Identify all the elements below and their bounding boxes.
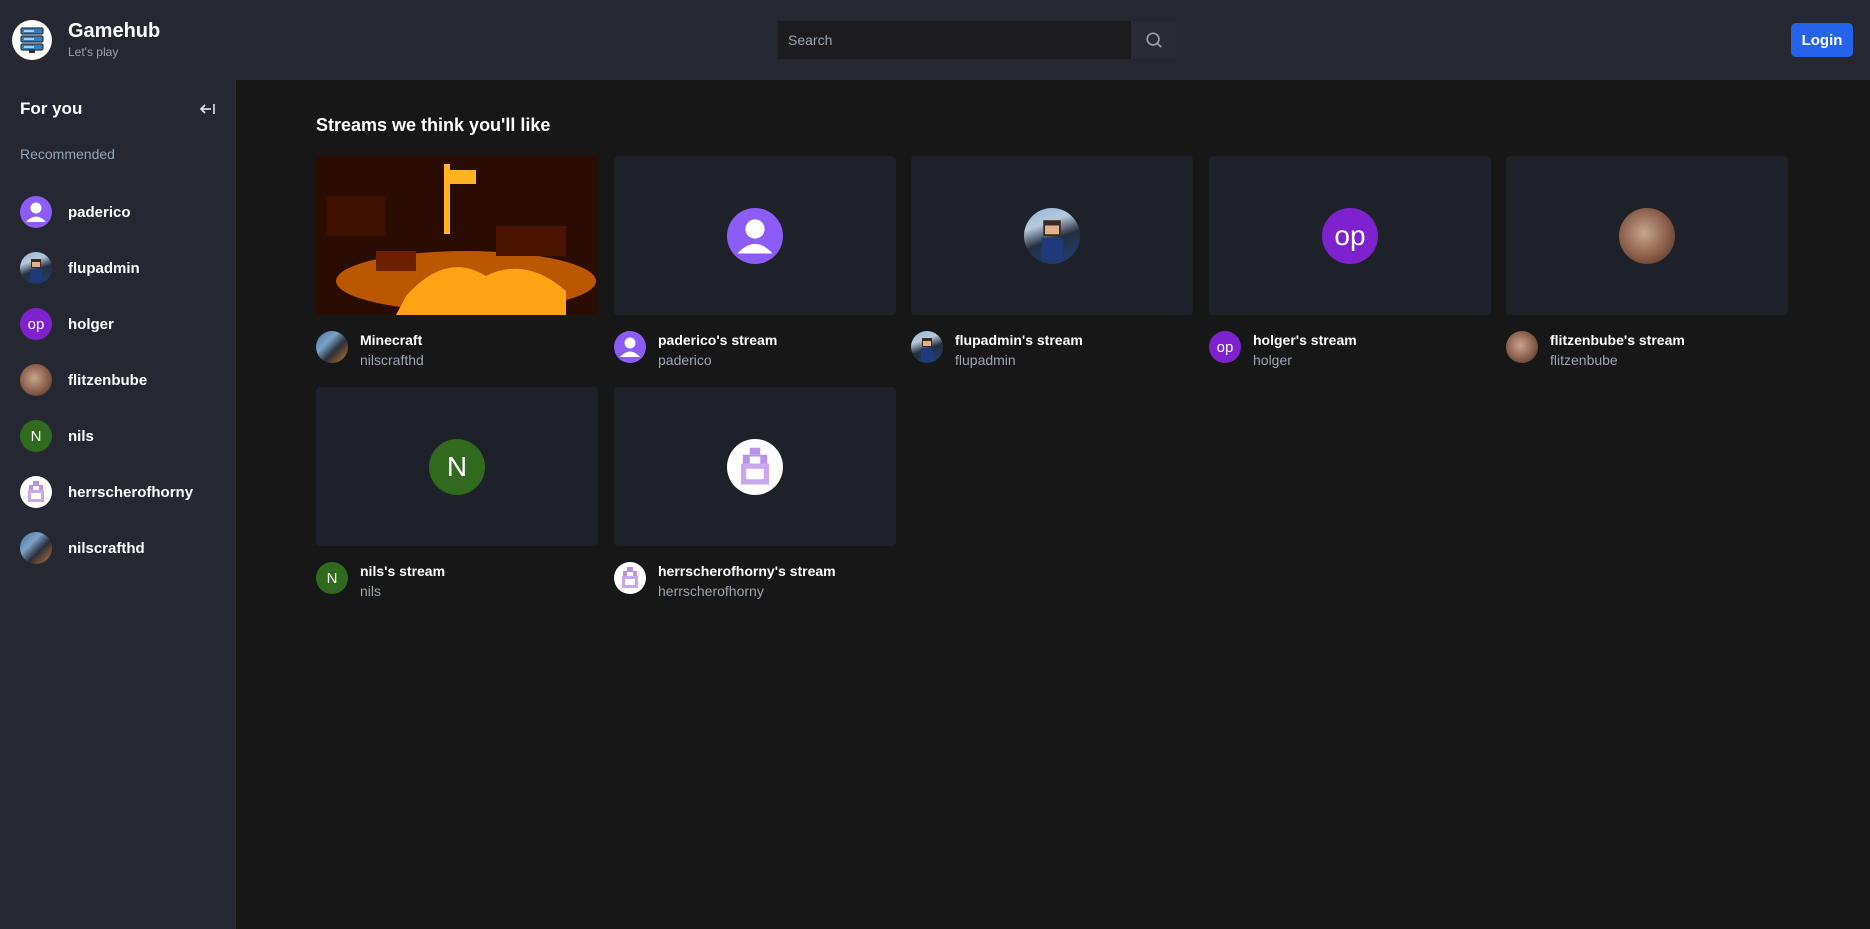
sidebar-item-nilscrafthd[interactable]: nilscrafthd — [0, 520, 235, 576]
avatar[interactable] — [911, 331, 943, 363]
stream-username: herrscherofhorny — [658, 583, 764, 599]
sidebar-item-label: nils — [68, 427, 94, 445]
stream-title: paderico's stream — [658, 332, 778, 348]
stream-thumbnail[interactable]: N — [316, 387, 598, 546]
search-input[interactable] — [778, 21, 1131, 59]
stream-card-holger[interactable]: op op holger's stream holger — [1209, 156, 1491, 369]
sidebar-item-herrscherofhorny[interactable]: herrscherofhorny — [0, 464, 235, 520]
stream-username: paderico — [658, 352, 712, 368]
avatar-initials: op — [20, 308, 52, 340]
stream-title: holger's stream — [1253, 332, 1357, 348]
avatar — [20, 252, 52, 284]
sidebar-item-flupadmin[interactable]: flupadmin — [0, 240, 235, 296]
sidebar-item-label: nilscrafthd — [68, 539, 145, 557]
stream-thumbnail[interactable] — [614, 156, 896, 315]
sidebar-title: For you — [20, 99, 83, 118]
avatar — [1024, 207, 1080, 264]
stream-username: holger — [1253, 352, 1292, 368]
stream-title: herrscherofhorny's stream — [658, 563, 836, 579]
stream-title: flupadmin's stream — [955, 332, 1083, 348]
stream-thumbnail[interactable]: op — [1209, 156, 1491, 315]
avatar-initials: N — [20, 420, 52, 452]
pixel-avatar-icon — [727, 438, 783, 495]
sidebar-item-holger[interactable]: op holger — [0, 296, 235, 352]
avatar — [20, 364, 52, 396]
stream-card-flupadmin[interactable]: flupadmin's stream flupadmin — [911, 156, 1193, 369]
server-logo-icon — [12, 20, 52, 60]
avatar — [1619, 207, 1675, 264]
avatar[interactable] — [1506, 331, 1538, 363]
stream-title: flitzenbube's stream — [1550, 332, 1685, 348]
recommended-label: Recommended — [20, 146, 115, 162]
section-title: Streams we think you'll like — [316, 115, 551, 135]
stream-card-minecraft[interactable]: Minecraft nilscrafthd — [316, 156, 598, 369]
avatar[interactable] — [316, 331, 348, 363]
stream-username: flitzenbube — [1550, 352, 1618, 368]
user-icon — [20, 196, 52, 228]
sidebar-item-nils[interactable]: N nils — [0, 408, 235, 464]
stream-title: nils's stream — [360, 563, 446, 579]
sidebar-item-label: holger — [68, 315, 114, 333]
sidebar-item-label: flitzenbube — [68, 371, 148, 389]
recommended-list: paderico flupadmin op holger flitzenbube… — [0, 184, 235, 576]
stream-card-herrscherofhorny[interactable]: herrscherofhorny's stream herrscherofhor… — [614, 387, 896, 600]
brand-link[interactable]: Gamehub Let's play — [12, 20, 160, 60]
stream-thumbnail[interactable] — [316, 156, 598, 315]
sidebar-item-flitzenbube[interactable]: flitzenbube — [0, 352, 235, 408]
stream-thumbnail[interactable] — [614, 387, 896, 546]
avatar-initials: op — [1322, 207, 1378, 264]
sidebar-item-label: paderico — [68, 203, 131, 221]
sidebar: For you Recommended paderico flupadmin o… — [0, 80, 236, 929]
stream-username: nils — [360, 583, 382, 599]
stream-username: nilscrafthd — [360, 352, 424, 368]
pixel-avatar-icon[interactable] — [614, 562, 646, 594]
sidebar-item-label: herrscherofhorny — [68, 483, 194, 501]
stream-card-nils[interactable]: N N nils's stream nils — [316, 387, 598, 600]
stream-card-flitzenbube[interactable]: flitzenbube's stream flitzenbube — [1506, 156, 1788, 369]
login-button[interactable]: Login — [1791, 23, 1853, 57]
brand-subtitle: Let's play — [68, 45, 119, 59]
search-bar — [778, 21, 1176, 59]
avatar-initials: N — [429, 438, 485, 495]
stream-title: Minecraft — [360, 332, 423, 348]
top-navbar: Gamehub Let's play Login — [0, 0, 1870, 80]
sidebar-item-paderico[interactable]: paderico — [0, 184, 235, 240]
stream-thumbnail[interactable] — [1506, 156, 1788, 315]
search-icon — [1145, 32, 1162, 48]
brand-title: Gamehub — [68, 20, 161, 42]
search-button[interactable] — [1131, 21, 1176, 59]
user-icon[interactable] — [614, 331, 646, 363]
stream-card-paderico[interactable]: paderico's stream paderico — [614, 156, 896, 369]
collapse-sidebar-icon[interactable] — [198, 100, 216, 118]
avatar-initials[interactable]: N — [316, 562, 348, 594]
sidebar-item-label: flupadmin — [68, 259, 140, 277]
user-icon — [727, 207, 783, 264]
pixel-avatar-icon — [20, 476, 52, 508]
avatar — [20, 532, 52, 564]
stream-username: flupadmin — [955, 352, 1016, 368]
stream-thumbnail[interactable] — [911, 156, 1193, 315]
avatar-initials[interactable]: op — [1209, 331, 1241, 363]
